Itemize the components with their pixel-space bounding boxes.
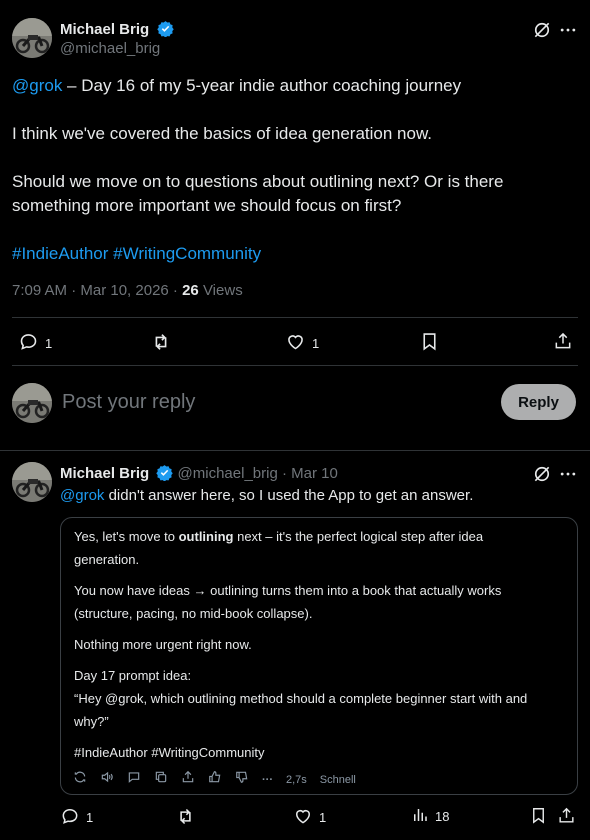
copy-icon[interactable]: [154, 770, 168, 789]
post-line-1-text: – Day 16 of my 5-year indie author coach…: [62, 76, 462, 95]
share-action[interactable]: [553, 331, 573, 354]
grok-answer-text: Yes, let's move to outlining next – it's…: [74, 525, 569, 764]
answer-p1-pre: Yes, let's move to: [74, 529, 179, 544]
share-icon: [557, 806, 576, 828]
answer-hashtags: #IndieAuthor #WritingCommunity: [74, 745, 265, 760]
reply-author-avatar[interactable]: [12, 462, 52, 502]
reply-action[interactable]: 1: [18, 331, 52, 355]
verified-badge-icon: [156, 20, 174, 42]
bookmark-action[interactable]: [419, 331, 440, 355]
post-line-1: @grok – Day 16 of my 5-year indie author…: [12, 74, 582, 98]
share-icon: [553, 331, 573, 354]
reply-action[interactable]: 1: [60, 806, 93, 829]
answer-p4-line3: why?”: [74, 714, 109, 729]
response-time: 2,7s: [286, 773, 307, 786]
motorcycle-avatar-image: [12, 383, 52, 423]
reply-date[interactable]: Mar 10: [291, 465, 338, 482]
reply-header: Michael Brig @michael_brig · Mar 10: [60, 464, 338, 485]
grok-mention-link[interactable]: @grok: [60, 487, 104, 504]
speaker-icon[interactable]: [100, 770, 114, 789]
reply-text: @grok didn't answer here, so I used the …: [60, 486, 473, 506]
post-line-3a: Should we move on to questions about out…: [12, 172, 504, 191]
comment-icon[interactable]: [127, 770, 141, 789]
reply-count: 1: [86, 810, 94, 825]
separator-dot: ·: [281, 465, 287, 482]
answer-p4-line2: “Hey @grok, which outlining method shoul…: [74, 691, 528, 706]
more-icon[interactable]: [558, 20, 578, 45]
divider: [12, 317, 578, 318]
motorcycle-avatar-image: [12, 18, 52, 58]
post-timestamp[interactable]: 7:09 AM · Mar 10, 2026 ·: [12, 282, 182, 299]
answer-p1-bold: outlining: [178, 529, 234, 544]
reply-input[interactable]: Post your reply: [62, 391, 195, 414]
repost-icon: [175, 806, 196, 830]
post-meta: 7:09 AM · Mar 10, 2026 · 26 Views: [12, 282, 243, 299]
hashtags-link[interactable]: #IndieAuthor #WritingCommunity: [12, 242, 582, 266]
views-count: 18: [435, 809, 450, 824]
reply-button[interactable]: Reply: [501, 384, 576, 420]
reply-author-handle[interactable]: @michael_brig: [178, 465, 278, 482]
answer-p1-line2: generation.: [74, 552, 140, 567]
post-text: @grok – Day 16 of my 5-year indie author…: [12, 74, 582, 266]
verified-badge-icon: [156, 464, 174, 485]
grok-icon[interactable]: [532, 20, 552, 45]
answer-p3: Nothing more urgent right now.: [74, 637, 252, 652]
reply-icon: [18, 331, 39, 355]
answer-p1-post: next – it's the perfect logical step aft…: [233, 529, 484, 544]
views-icon: [411, 806, 429, 827]
repost-action[interactable]: [175, 806, 196, 830]
author-name[interactable]: Michael Brig: [60, 21, 149, 38]
views-count: 26: [182, 282, 199, 299]
views-action[interactable]: 18: [411, 806, 449, 827]
answer-p2-line2: (structure, pacing, no mid-book collapse…: [74, 606, 313, 621]
bookmark-icon: [419, 331, 440, 355]
like-count: 1: [312, 335, 320, 351]
answer-p4-line1: Day 17 prompt idea:: [74, 668, 192, 683]
author-name-row: Michael Brig: [60, 20, 174, 42]
reply-text-rest: didn't answer here, so I used the App to…: [104, 487, 474, 504]
reply-count: 1: [45, 335, 53, 351]
grok-mention-link[interactable]: @grok: [12, 76, 62, 95]
like-icon: [285, 331, 306, 355]
thumbs-down-icon[interactable]: [235, 770, 249, 789]
grok-answer-card[interactable]: Yes, let's move to outlining next – it's…: [60, 517, 578, 795]
divider: [0, 450, 590, 451]
answer-p1: Yes, let's move to outlining next – it's…: [74, 525, 569, 548]
model-mode: Schnell: [319, 773, 356, 786]
more-options-icon[interactable]: ···: [262, 774, 273, 786]
more-icon[interactable]: [558, 464, 578, 489]
share-action[interactable]: [557, 806, 576, 828]
answer-p2-line1: You now have ideas → outlining turns the…: [74, 583, 502, 598]
export-icon[interactable]: [181, 770, 195, 789]
like-count: 1: [319, 810, 327, 825]
grok-card-toolbar: ··· 2,7s Schnell: [73, 770, 356, 789]
repost-icon: [150, 331, 172, 356]
author-handle[interactable]: @michael_brig: [60, 40, 160, 57]
reply-author-name[interactable]: Michael Brig: [60, 465, 149, 482]
like-action[interactable]: 1: [293, 806, 326, 829]
motorcycle-avatar-image: [12, 462, 52, 502]
divider: [12, 365, 578, 366]
like-icon: [293, 806, 313, 829]
like-action[interactable]: 1: [285, 331, 319, 355]
views-label: Views: [198, 282, 243, 299]
repost-action[interactable]: [150, 331, 172, 356]
bookmark-action[interactable]: [529, 806, 548, 828]
grok-icon[interactable]: [532, 464, 552, 489]
author-avatar[interactable]: [12, 18, 52, 58]
post-line-3b: something more important we should focus…: [12, 196, 402, 215]
regenerate-icon[interactable]: [73, 770, 87, 789]
bookmark-icon: [529, 806, 548, 828]
thumbs-up-icon[interactable]: [208, 770, 222, 789]
composer-avatar: [12, 383, 52, 423]
post-line-2: I think we've covered the basics of idea…: [12, 124, 433, 143]
reply-icon: [60, 806, 80, 829]
